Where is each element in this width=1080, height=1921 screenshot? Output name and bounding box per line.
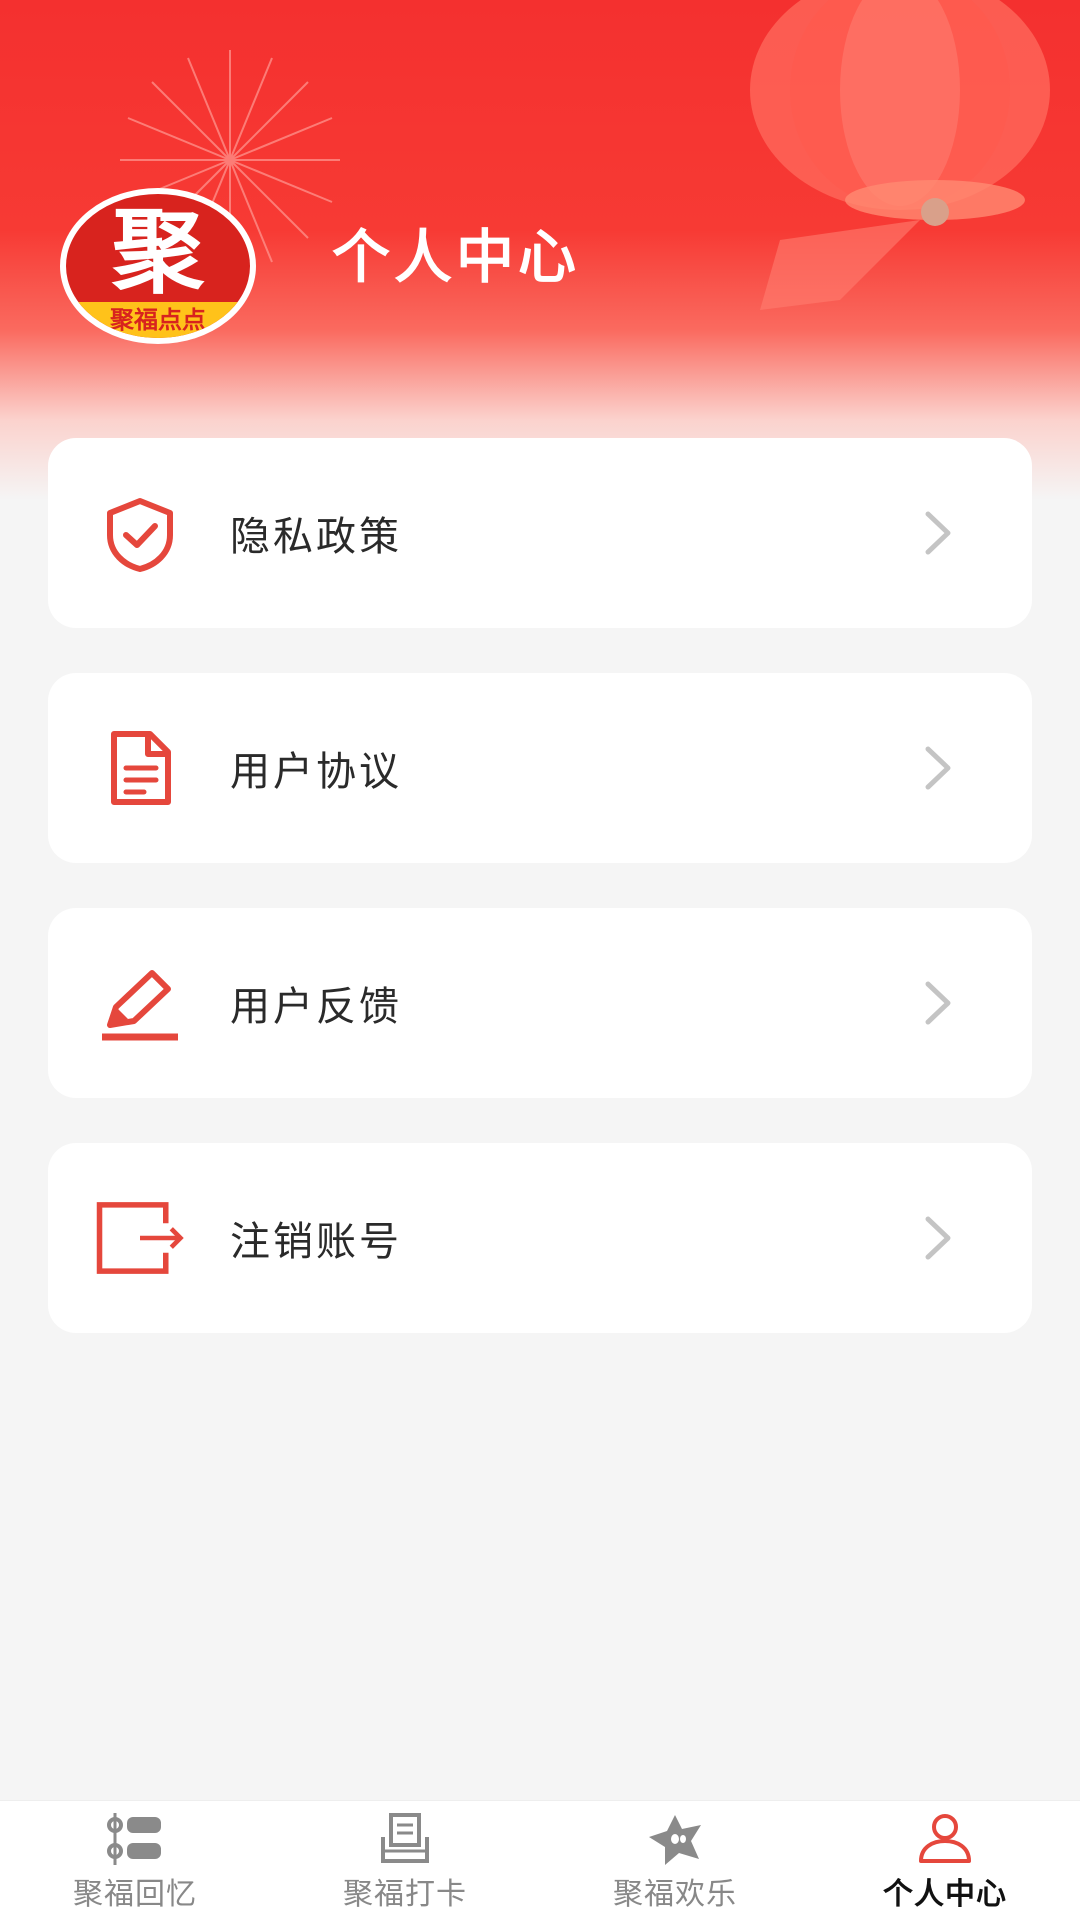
menu-item-label: 用户反馈 bbox=[230, 984, 402, 1030]
tab-label: 个人中心 bbox=[883, 1877, 1007, 1912]
shield-check-icon bbox=[94, 487, 186, 579]
chevron-right-icon bbox=[925, 746, 951, 790]
chevron-right-icon bbox=[925, 511, 951, 555]
tab-memories[interactable]: 聚福回忆 bbox=[0, 1801, 270, 1921]
bottom-tab-bar: 聚福回忆 聚福打卡 聚福欢乐 个人中心 bbox=[0, 1800, 1080, 1921]
star-face-icon bbox=[649, 1815, 701, 1865]
menu-item-delete-account[interactable]: 注销账号 bbox=[48, 1143, 1032, 1333]
user-icon bbox=[919, 1814, 971, 1863]
menu-item-privacy-policy[interactable]: 隐私政策 bbox=[48, 438, 1032, 628]
list-icon bbox=[107, 1813, 161, 1865]
menu-item-label: 隐私政策 bbox=[230, 514, 402, 560]
edit-pen-icon bbox=[94, 957, 186, 1049]
menu-item-label: 注销账号 bbox=[230, 1219, 402, 1265]
lantern-decoration bbox=[750, 0, 1050, 310]
tab-label: 聚福打卡 bbox=[343, 1877, 467, 1912]
menu-item-user-feedback[interactable]: 用户反馈 bbox=[48, 908, 1032, 1098]
tab-label: 聚福欢乐 bbox=[613, 1877, 737, 1912]
chevron-right-icon bbox=[925, 1216, 951, 1260]
app-logo: 聚 聚福点点 bbox=[60, 188, 256, 344]
logout-icon bbox=[94, 1192, 186, 1284]
tab-label: 聚福回忆 bbox=[73, 1877, 197, 1912]
logo-character: 聚 bbox=[111, 198, 204, 306]
menu-item-user-agreement[interactable]: 用户协议 bbox=[48, 673, 1032, 863]
menu-item-label: 用户协议 bbox=[230, 749, 402, 795]
logo-band-text: 聚福点点 bbox=[66, 302, 250, 338]
tab-profile[interactable]: 个人中心 bbox=[810, 1801, 1080, 1921]
page-title: 个人中心 bbox=[332, 223, 581, 291]
document-icon bbox=[94, 722, 186, 814]
printer-icon bbox=[381, 1813, 429, 1863]
tab-joy[interactable]: 聚福欢乐 bbox=[540, 1801, 810, 1921]
tab-checkin[interactable]: 聚福打卡 bbox=[270, 1801, 540, 1921]
chevron-right-icon bbox=[925, 981, 951, 1025]
